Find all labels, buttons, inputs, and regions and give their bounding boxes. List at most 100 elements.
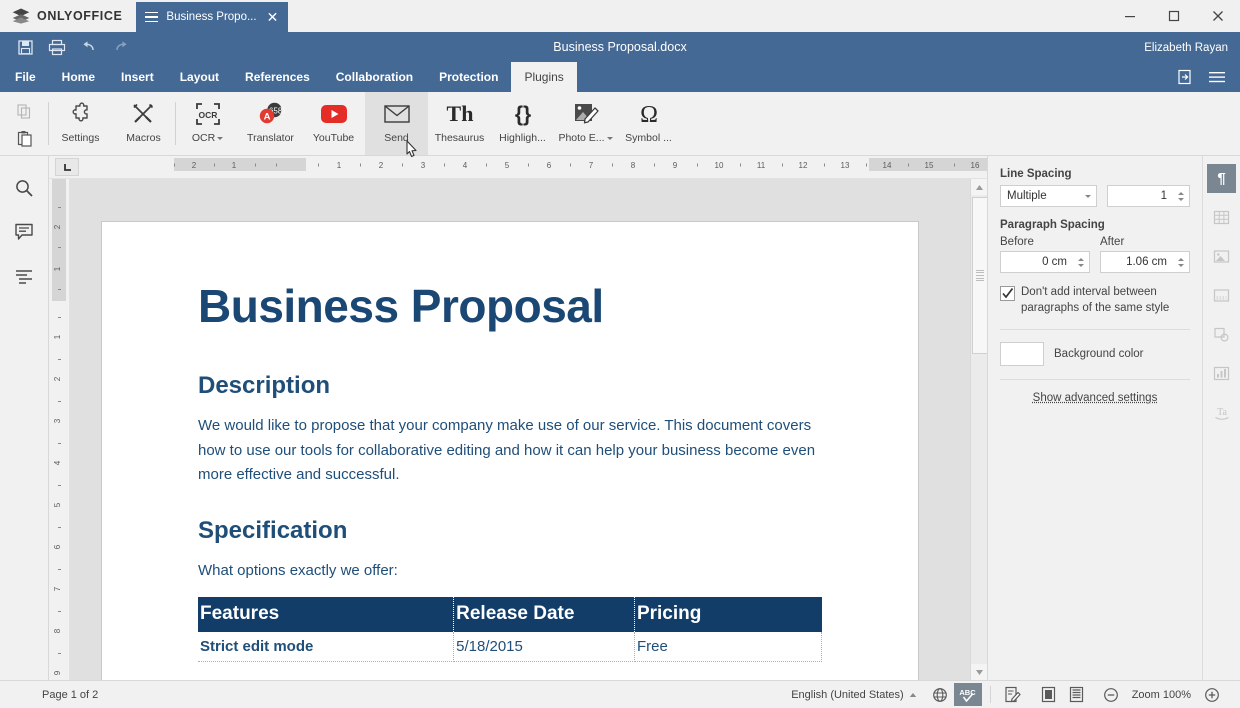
document-canvas[interactable]: 2 1 1 2 3 4 5 6 7 8 9 Business Proposal … xyxy=(49,179,987,680)
stepper-arrows-icon[interactable] xyxy=(1173,252,1189,272)
table-settings-icon[interactable] xyxy=(1207,203,1236,232)
tab-file[interactable]: File xyxy=(2,62,49,92)
table-cell-date: 5/18/2015 xyxy=(453,632,635,663)
svg-text:1: 1 xyxy=(53,266,62,271)
plugin-thesaurus[interactable]: Th Thesaurus xyxy=(428,92,491,155)
tab-references[interactable]: References xyxy=(232,62,323,92)
stepper-arrows-icon[interactable] xyxy=(1173,186,1189,206)
image-settings-icon[interactable] xyxy=(1207,242,1236,271)
background-color-row[interactable]: Background color xyxy=(1000,342,1190,367)
svg-text:12: 12 xyxy=(799,161,808,170)
svg-text:1: 1 xyxy=(232,161,237,170)
set-language-icon[interactable] xyxy=(926,683,954,706)
svg-text:3: 3 xyxy=(421,161,426,170)
save-icon[interactable] xyxy=(10,34,40,60)
section-heading-specification: Specification xyxy=(198,517,348,545)
table-row[interactable]: Strict edit mode 5/18/2015 Free xyxy=(198,632,823,663)
paragraph-spacing-title: Paragraph Spacing xyxy=(1000,219,1105,231)
show-advanced-settings-link[interactable]: Show advanced settings xyxy=(1000,392,1190,404)
comments-icon[interactable] xyxy=(9,218,39,246)
plugin-send-label: Send xyxy=(384,132,409,144)
minimize-button[interactable] xyxy=(1108,0,1152,32)
plugin-thesaurus-label: Thesaurus xyxy=(434,132,485,144)
tab-plugins[interactable]: Plugins xyxy=(511,62,577,92)
horizontal-ruler[interactable]: 21 12 34 56 78 9 10 11 12 13 14 15 16 xyxy=(49,156,1009,179)
headings-icon[interactable] xyxy=(9,262,39,290)
plugin-youtube[interactable]: YouTube xyxy=(302,92,365,155)
undo-icon[interactable] xyxy=(74,34,104,60)
chevron-down-icon[interactable] xyxy=(606,137,613,140)
hamburger-menu-icon[interactable] xyxy=(1204,65,1230,89)
chevron-up-icon[interactable] xyxy=(909,689,917,701)
copy-icon[interactable] xyxy=(11,99,37,123)
specification-table[interactable]: Features Release Date Pricing Strict edi… xyxy=(198,597,823,663)
chevron-down-icon[interactable] xyxy=(1080,186,1096,206)
tab-layout[interactable]: Layout xyxy=(167,62,232,92)
zoom-out-button[interactable] xyxy=(1097,683,1125,706)
scrollbar-thumb[interactable] xyxy=(972,197,987,354)
spacing-before-stepper[interactable]: 0 cm xyxy=(1000,251,1090,273)
plugin-settings[interactable]: Settings xyxy=(49,92,112,155)
braces-icon: {} xyxy=(491,98,554,130)
line-spacing-mode-select[interactable]: Multiple xyxy=(1000,185,1098,207)
onlyoffice-window: ONLYOFFICE Business Propo... ✕ Business … xyxy=(0,0,1240,708)
vertical-scrollbar[interactable] xyxy=(970,179,987,680)
plugin-send[interactable]: Send xyxy=(365,92,428,155)
vertical-ruler[interactable]: 2 1 1 2 3 4 5 6 7 8 9 xyxy=(49,179,70,680)
header-footer-settings-icon[interactable] xyxy=(1207,281,1236,310)
scroll-up-arrow-icon[interactable] xyxy=(971,179,987,195)
close-button[interactable] xyxy=(1196,0,1240,32)
chart-settings-icon[interactable] xyxy=(1207,359,1236,388)
svg-text:2: 2 xyxy=(192,161,197,170)
plugin-highlight-label: Highligh... xyxy=(499,132,546,144)
language-selector[interactable]: English (United States) xyxy=(791,689,917,701)
document-column: 21 12 34 56 78 9 10 11 12 13 14 15 16 2 … xyxy=(49,156,1009,680)
paste-icon[interactable] xyxy=(11,126,37,150)
plugin-symbol[interactable]: Ω Symbol ... xyxy=(617,92,680,155)
track-changes-icon[interactable] xyxy=(999,683,1027,706)
stepper-arrows-icon[interactable] xyxy=(1073,252,1089,272)
plugin-translator[interactable]: \u6587 A Translator xyxy=(239,92,302,155)
shape-settings-icon[interactable] xyxy=(1207,320,1236,349)
paragraph-settings-icon[interactable]: ¶ xyxy=(1207,164,1236,193)
text-art-settings-icon[interactable]: Ta xyxy=(1207,398,1236,427)
plugin-highlight[interactable]: {} Highligh... xyxy=(491,92,554,155)
page-count-label: Page 1 of 2 xyxy=(42,688,99,701)
svg-text:Th: Th xyxy=(446,101,473,126)
plugin-photo-editor[interactable]: Photo E... xyxy=(554,92,617,155)
no-interval-checkbox-row[interactable]: Don't add interval between paragraphs of… xyxy=(1000,285,1190,316)
maximize-button[interactable] xyxy=(1152,0,1196,32)
tab-insert[interactable]: Insert xyxy=(108,62,167,92)
spacing-after-stepper[interactable]: 1.06 cm xyxy=(1100,251,1190,273)
fit-width-icon[interactable] xyxy=(1063,683,1091,706)
fit-page-icon[interactable] xyxy=(1035,683,1063,706)
no-interval-checkbox[interactable] xyxy=(1000,286,1015,301)
document-page[interactable]: Business Proposal Description We would l… xyxy=(102,222,918,680)
search-icon[interactable] xyxy=(9,174,39,202)
redo-icon[interactable] xyxy=(106,34,136,60)
open-file-location-icon[interactable] xyxy=(1172,65,1198,89)
print-icon[interactable] xyxy=(42,34,72,60)
zoom-in-button[interactable] xyxy=(1198,683,1226,706)
background-color-swatch[interactable] xyxy=(1000,342,1044,367)
left-toolbar xyxy=(0,156,49,680)
spellcheck-icon[interactable]: ABC xyxy=(953,683,982,706)
svg-text:2: 2 xyxy=(379,161,384,170)
tab-home[interactable]: Home xyxy=(49,62,108,92)
svg-text:11: 11 xyxy=(757,161,766,170)
plugin-ocr[interactable]: OCR OCR xyxy=(176,92,239,155)
tab-menu-icon[interactable] xyxy=(145,11,159,23)
line-spacing-value-stepper[interactable]: 1 xyxy=(1107,185,1190,207)
tab-stop-selector[interactable] xyxy=(55,158,79,176)
close-icon[interactable]: ✕ xyxy=(265,10,281,24)
plugin-macros[interactable]: Macros xyxy=(112,92,175,155)
scroll-down-arrow-icon[interactable] xyxy=(971,664,987,680)
tab-collaboration[interactable]: Collaboration xyxy=(323,62,426,92)
divider xyxy=(1000,379,1190,381)
line-spacing-value: 1 xyxy=(1160,190,1167,202)
document-tab[interactable]: Business Propo... ✕ xyxy=(136,2,289,32)
zoom-level-label[interactable]: Zoom 100% xyxy=(1132,689,1191,701)
chevron-down-icon[interactable] xyxy=(217,137,224,140)
ruler-scale: 21 12 34 56 78 9 10 11 12 13 14 15 16 xyxy=(109,156,1009,178)
tab-protection[interactable]: Protection xyxy=(426,62,511,92)
